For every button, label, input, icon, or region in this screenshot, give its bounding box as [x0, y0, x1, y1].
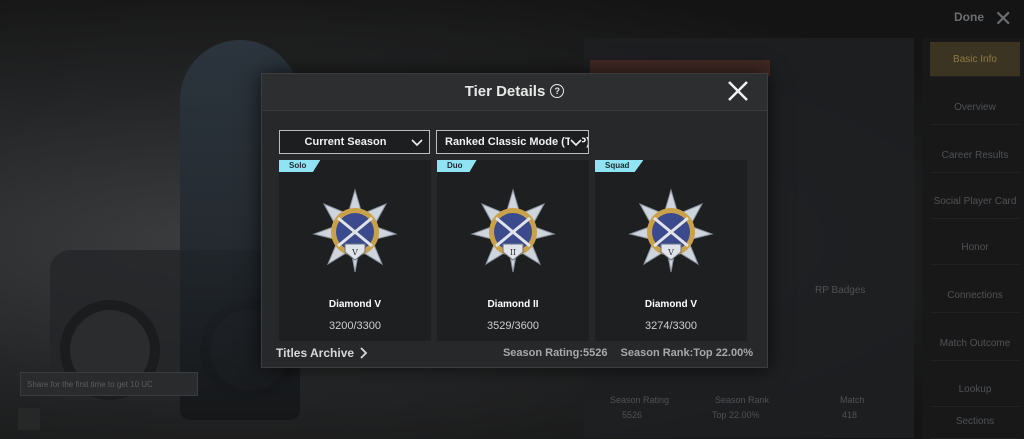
season-dropdown[interactable]: Current Season — [279, 130, 430, 154]
titles-archive-label: Titles Archive — [276, 346, 355, 360]
season-rank: Season Rank:Top 22.00% — [620, 347, 753, 359]
menu-item-sections[interactable]: Sections — [930, 404, 1020, 439]
badge-numeral: V — [351, 248, 358, 257]
background-stat-value: 418 — [842, 410, 858, 420]
titles-archive-link[interactable]: Titles Archive — [276, 346, 368, 360]
badge-numeral: V — [667, 248, 674, 257]
background-stat-label: Season Rank — [715, 395, 770, 405]
dialog-header: Tier Details? — [262, 74, 767, 111]
tier-points: 3274/3300 — [645, 320, 697, 332]
menu-item-lookup[interactable]: Lookup — [930, 372, 1020, 407]
diamond-tier-badge-icon: II — [470, 188, 556, 273]
tier-details-dialog: Tier Details? Current Season Ranked Clas… — [261, 73, 768, 368]
tier-points: 3200/3300 — [329, 320, 381, 332]
background-badge-label: RP Badges — [815, 285, 866, 296]
mode-tag: Squad — [595, 160, 644, 172]
mode-tag: Duo — [437, 160, 477, 172]
badge-numeral: II — [510, 248, 516, 257]
close-icon — [728, 81, 748, 101]
mode-dropdown-value: Ranked Classic Mode (TPP) — [445, 136, 589, 148]
dialog-title: Tier Details — [464, 83, 546, 100]
background-close-icon[interactable]: ✕ — [994, 6, 1012, 32]
tier-points: 3529/3600 — [487, 320, 539, 332]
background-stat-label: Season Rating — [610, 395, 670, 405]
question-circle-icon[interactable]: ? — [550, 84, 565, 98]
tier-card-duo[interactable]: Duo II Diamond II 3529/3600 — [437, 160, 589, 341]
menu-item-connections[interactable]: Connections — [930, 278, 1020, 313]
background-stat-label: Match — [840, 395, 865, 405]
tier-name: Diamond V — [644, 299, 698, 310]
season-rating: Season Rating:5526 — [502, 347, 608, 359]
background-share-toast[interactable]: Share for the first time to get 10 UC — [20, 372, 198, 396]
menu-item-honor[interactable]: Honor — [930, 230, 1020, 265]
dialog-title-wrap: Tier Details? — [262, 83, 767, 100]
season-stats: Season Rating:5526 Season Rank:Top 22.00… — [503, 347, 753, 359]
diamond-tier-badge-icon: V — [312, 188, 398, 273]
menu-item-overview[interactable]: Overview — [930, 90, 1020, 125]
background-stat-value: Top 22.00% — [712, 410, 760, 420]
chevron-down-icon — [570, 136, 582, 148]
menu-item-career-results[interactable]: Career Results — [930, 138, 1020, 173]
chevron-down-icon — [411, 139, 423, 147]
background-chat-icon[interactable] — [18, 408, 40, 430]
diamond-tier-badge-icon: V — [628, 188, 714, 273]
mode-dropdown[interactable]: Ranked Classic Mode (TPP) — [436, 130, 589, 154]
background-stat-value: 5526 — [622, 410, 643, 420]
tier-name: Diamond II — [487, 299, 539, 310]
season-dropdown-value: Current Season — [304, 136, 387, 148]
chevron-right-icon — [360, 347, 368, 359]
menu-item-basic-info[interactable]: Basic Info — [930, 42, 1020, 77]
tier-card-squad[interactable]: Squad V Diamond V 3274/3300 — [595, 160, 747, 341]
close-button[interactable] — [725, 78, 751, 104]
mode-tag: Solo — [279, 160, 321, 172]
background-done-label[interactable]: Done — [954, 10, 984, 24]
tier-name: Diamond V — [328, 299, 382, 310]
menu-item-social-card[interactable]: Social Player Card — [930, 184, 1020, 219]
menu-item-match-outcome[interactable]: Match Outcome — [930, 326, 1020, 361]
tier-card-solo[interactable]: Solo V Diamond V 3200/3300 — [279, 160, 431, 341]
